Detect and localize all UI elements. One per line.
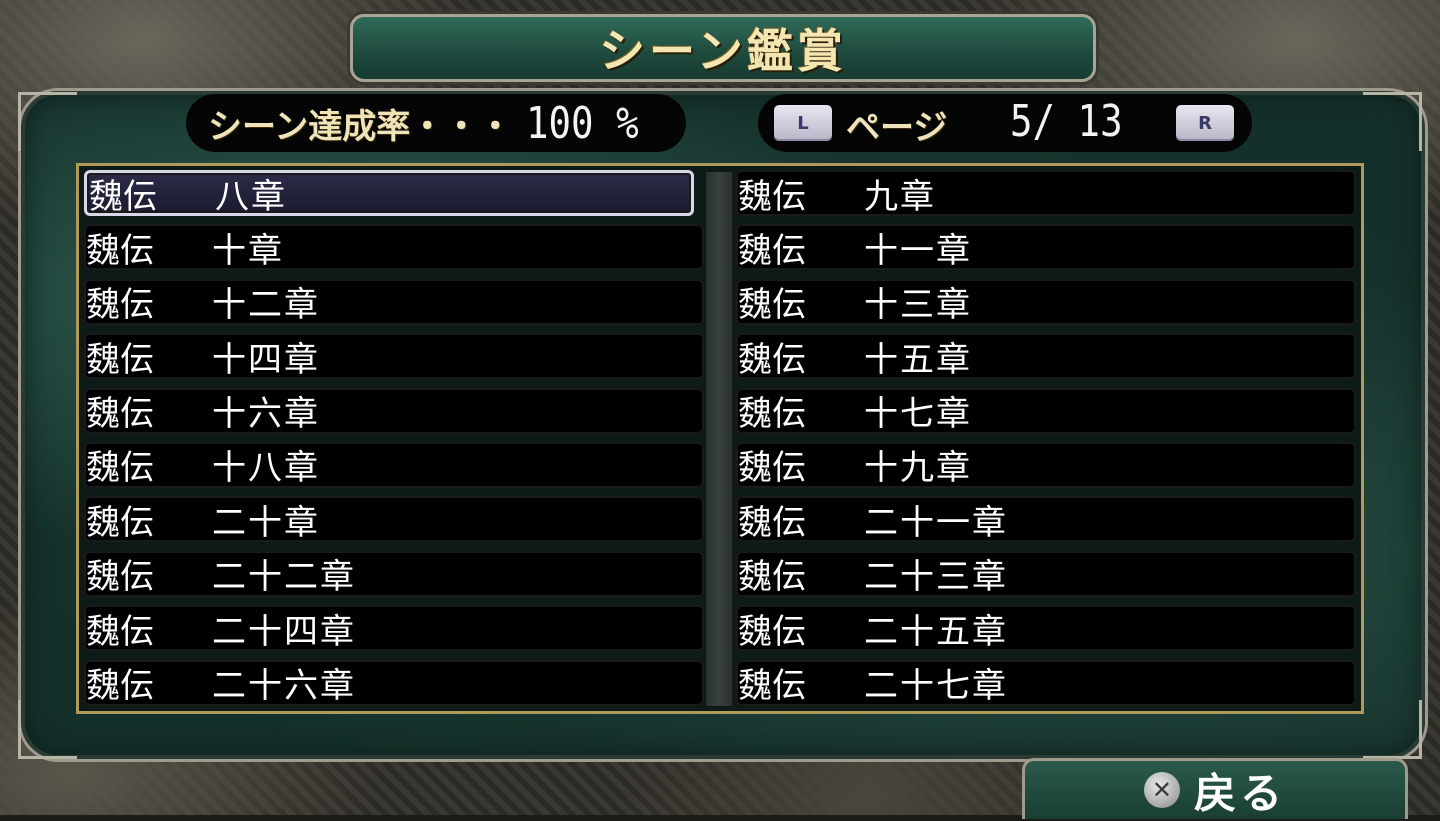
scene-item[interactable]: 魏伝 二十二章: [84, 550, 704, 598]
scene-item-prefix: 魏伝: [86, 611, 154, 652]
scene-item-chapter: 十五章: [864, 339, 972, 380]
scene-item-chapter: 二十四章: [212, 611, 356, 652]
l-button-icon[interactable]: L: [774, 105, 832, 141]
back-button[interactable]: ✕ 戻る: [1022, 758, 1408, 819]
scene-item[interactable]: 魏伝 十九章: [736, 441, 1356, 489]
scene-item[interactable]: 魏伝 二十六章: [84, 659, 704, 707]
scene-list-right: 魏伝 九章 魏伝 十一章 魏伝 十三章 魏伝 十五章 魏伝 十七章 魏伝 十九章…: [736, 170, 1356, 714]
scene-item[interactable]: 魏伝 十六章: [84, 387, 704, 435]
scene-item-prefix: 魏伝: [738, 176, 806, 217]
page-label: ページ: [846, 108, 948, 148]
page-indicator: 5/ 13: [1010, 96, 1123, 147]
column-divider: [706, 172, 732, 706]
scene-item-chapter: 十九章: [864, 448, 972, 489]
scene-item[interactable]: 魏伝 八章: [84, 170, 694, 217]
scene-item[interactable]: 魏伝 二十五章: [736, 605, 1356, 652]
scene-item-prefix: 魏伝: [86, 285, 154, 326]
pager: L ページ 5/ 13 R: [758, 94, 1252, 152]
scene-item-prefix: 魏伝: [86, 230, 154, 271]
scene-list-left: 魏伝 八章 魏伝 十章 魏伝 十二章 魏伝 十四章 魏伝 十六章 魏伝 十八章 …: [84, 170, 704, 714]
scene-item[interactable]: 魏伝 十二章: [84, 278, 704, 326]
scene-item-prefix: 魏伝: [86, 502, 154, 543]
title-plate: シーン鑑賞: [350, 14, 1096, 82]
scene-item-chapter: 九章: [864, 176, 936, 217]
scene-item-prefix: 魏伝: [738, 394, 806, 435]
scene-item[interactable]: 魏伝 二十七章: [736, 659, 1356, 707]
scene-item-chapter: 十三章: [864, 285, 972, 326]
corner-ornament: [18, 92, 77, 151]
corner-ornament: [18, 700, 77, 759]
scene-item-chapter: 二十三章: [864, 557, 1008, 598]
scene-item[interactable]: 魏伝 二十一章: [736, 496, 1356, 543]
scene-item-chapter: 十章: [212, 230, 284, 271]
scene-item[interactable]: 魏伝 二十四章: [84, 605, 704, 652]
scene-item-prefix: 魏伝: [86, 557, 154, 598]
scene-item-prefix: 魏伝: [86, 666, 154, 707]
scene-item[interactable]: 魏伝 二十章: [84, 496, 704, 543]
scene-item-prefix: 魏伝: [738, 339, 806, 380]
scene-item-prefix: 魏伝: [738, 557, 806, 598]
scene-item-chapter: 二十七章: [864, 666, 1008, 707]
completion-rate-panel: シーン達成率・・・ 100 %: [186, 94, 686, 152]
r-button-icon[interactable]: R: [1176, 105, 1234, 141]
corner-ornament: [1363, 700, 1422, 759]
cross-button-icon: ✕: [1143, 772, 1180, 808]
scene-item-chapter: 二十章: [212, 502, 320, 543]
scene-item-chapter: 十一章: [864, 230, 972, 271]
scene-item[interactable]: 魏伝 二十三章: [736, 550, 1356, 598]
scene-item-chapter: 十二章: [212, 285, 320, 326]
scene-item-chapter: 八章: [215, 176, 287, 217]
scene-item-chapter: 十八章: [212, 448, 320, 489]
scene-item-chapter: 二十一章: [864, 502, 1008, 543]
scene-item-prefix: 魏伝: [738, 448, 806, 489]
scene-item-prefix: 魏伝: [86, 448, 154, 489]
scene-item-chapter: 十六章: [212, 394, 320, 435]
scene-item-prefix: 魏伝: [86, 394, 154, 435]
scene-item[interactable]: 魏伝 十一章: [736, 224, 1356, 271]
completion-rate-label: シーン達成率・・・: [208, 106, 513, 147]
scene-item-prefix: 魏伝: [86, 339, 154, 380]
scene-item[interactable]: 魏伝 九章: [736, 170, 1356, 217]
scene-item-prefix: 魏伝: [738, 502, 806, 543]
scene-item-prefix: 魏伝: [738, 611, 806, 652]
scene-item[interactable]: 魏伝 十七章: [736, 387, 1356, 435]
scene-item-chapter: 二十二章: [212, 557, 356, 598]
scene-item-chapter: 二十五章: [864, 611, 1008, 652]
scene-item-chapter: 十四章: [212, 339, 320, 380]
scene-item[interactable]: 魏伝 十三章: [736, 278, 1356, 326]
scene-item-prefix: 魏伝: [738, 285, 806, 326]
scene-item[interactable]: 魏伝 十八章: [84, 441, 704, 489]
scene-item[interactable]: 魏伝 十五章: [736, 333, 1356, 380]
scene-item[interactable]: 魏伝 十章: [84, 224, 704, 271]
completion-rate-value: 100 %: [526, 97, 639, 149]
scene-item[interactable]: 魏伝 十四章: [84, 333, 704, 380]
scene-item-chapter: 二十六章: [212, 666, 356, 707]
back-label: 戻る: [1193, 768, 1286, 818]
page-title: シーン鑑賞: [599, 24, 847, 78]
scene-item-prefix: 魏伝: [738, 666, 806, 707]
scene-item-prefix: 魏伝: [738, 230, 806, 271]
scene-item-prefix: 魏伝: [89, 176, 157, 217]
scene-item-chapter: 十七章: [864, 394, 972, 435]
corner-ornament: [1363, 92, 1422, 151]
